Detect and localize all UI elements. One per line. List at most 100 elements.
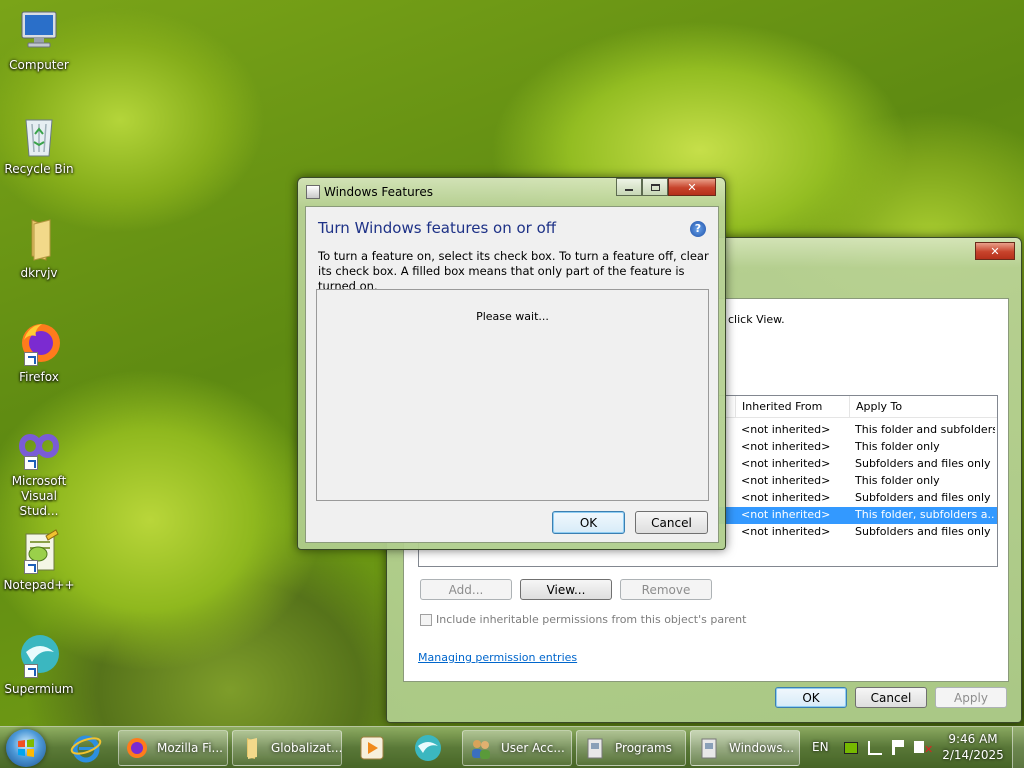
taskbar-item-programs[interactable]: Programs	[576, 730, 686, 766]
close-icon: ✕	[990, 244, 1000, 258]
desktop-icon-label: dkrvjv	[20, 266, 58, 280]
desktop-icon-label: Firefox	[19, 370, 59, 384]
recycle-bin-icon	[16, 112, 62, 158]
inherited-from-cell: <not inherited>	[741, 474, 831, 487]
inherited-from-cell: <not inherited>	[741, 525, 831, 538]
desktop-icon-label: Microsoft Visual Stud...	[11, 474, 67, 518]
desktop-icon-supermium[interactable]: Supermium	[2, 632, 76, 722]
apply-to-cell: Subfolders and files only	[855, 457, 991, 470]
taskbar-item-explorer[interactable]: Globalizat...	[232, 730, 342, 766]
help-icon: ?	[694, 222, 702, 235]
security-cancel-button[interactable]: Cancel	[855, 687, 927, 708]
remove-button[interactable]: Remove	[620, 579, 712, 600]
desktop-icon-label: Supermium	[4, 682, 74, 696]
firefox-icon	[16, 320, 62, 366]
close-button[interactable]: ✕	[668, 178, 716, 196]
clock-date: 2/14/2025	[942, 748, 1004, 762]
desktop-icon-notepad-plus-plus[interactable]: Notepad++	[2, 528, 76, 618]
desktop-icon-computer[interactable]: Computer	[2, 8, 76, 98]
view-button[interactable]: View...	[520, 579, 612, 600]
desktop-icon-visual-studio[interactable]: Microsoft Visual Stud...	[2, 424, 76, 518]
windows-logo-icon	[18, 739, 34, 757]
show-desktop-button[interactable]	[1012, 727, 1024, 768]
windows-features-app-icon	[306, 185, 320, 199]
windows-features-icon	[701, 738, 717, 759]
system-tray: ✕	[840, 737, 940, 761]
cancel-button[interactable]: Cancel	[635, 511, 708, 534]
shortcut-arrow-icon	[24, 352, 38, 366]
firefox-icon	[127, 738, 147, 758]
security-apply-button[interactable]: Apply	[935, 687, 1007, 708]
apply-to-cell: Subfolders and files only	[855, 491, 991, 504]
apply-to-cell: This folder and subfolders	[855, 423, 995, 436]
nvidia-icon[interactable]	[844, 742, 858, 754]
column-header-inherited-from[interactable]: Inherited From	[735, 396, 849, 418]
close-icon: ✕	[687, 180, 697, 194]
column-header-apply-to[interactable]: Apply To	[849, 396, 997, 418]
inherited-from-cell: <not inherited>	[741, 508, 831, 521]
clock-time: 9:46 AM	[948, 732, 998, 746]
security-close-button[interactable]: ✕	[975, 242, 1015, 260]
features-tree[interactable]: Please wait...	[316, 289, 709, 501]
shortcut-arrow-icon	[24, 664, 38, 678]
computer-icon	[16, 8, 62, 54]
security-instruction-text: click View.	[728, 313, 785, 326]
taskbar: Mozilla Fi... Globalizat... User Acc... …	[0, 726, 1024, 768]
apply-to-cell: This folder only	[855, 440, 940, 453]
desktop-icon-recycle-bin[interactable]: Recycle Bin	[2, 112, 76, 202]
desktop-icon-label: Computer	[9, 58, 69, 72]
windows-features-dialog[interactable]: Windows Features ✕ Turn Windows features…	[297, 177, 726, 550]
add-button[interactable]: Add...	[420, 579, 512, 600]
flag-banner	[895, 740, 904, 747]
taskbar-item-label: Globalizat...	[271, 741, 343, 755]
taskbar-item-label: Windows...	[729, 741, 795, 755]
dialog-content: Turn Windows features on or off ? To tur…	[305, 206, 719, 543]
desktop-icon-label: Notepad++	[3, 578, 75, 592]
ok-button[interactable]: OK	[552, 511, 625, 534]
taskbar-item-windows-features[interactable]: Windows...	[690, 730, 800, 766]
dialog-description: To turn a feature on, select its check b…	[318, 249, 709, 293]
desktop-icon-firefox[interactable]: Firefox	[2, 320, 76, 410]
language-indicator[interactable]: EN	[812, 740, 829, 754]
minimize-button[interactable]	[616, 178, 642, 196]
shortcut-arrow-icon	[24, 456, 38, 470]
user-accounts-icon	[472, 740, 490, 759]
folder-icon	[247, 738, 257, 759]
desktop-icon-folder[interactable]: dkrvjv	[2, 216, 76, 306]
managing-permissions-link[interactable]: Managing permission entries	[418, 651, 577, 664]
taskbar-item-label: User Acc...	[501, 741, 565, 755]
media-player-icon	[360, 736, 384, 760]
desktop-icon-label: Recycle Bin	[4, 162, 74, 176]
inherited-from-cell: <not inherited>	[741, 491, 831, 504]
inherited-from-cell: <not inherited>	[741, 423, 831, 436]
inherited-from-cell: <not inherited>	[741, 457, 831, 470]
visual-studio-icon	[16, 424, 62, 470]
taskbar-item-firefox[interactable]: Mozilla Fi...	[118, 730, 228, 766]
folder-icon	[16, 216, 62, 262]
dialog-title: Windows Features	[324, 185, 433, 199]
supermium-icon	[16, 632, 62, 678]
apply-to-cell: Subfolders and files only	[855, 525, 991, 538]
inherit-permissions-checkbox[interactable]	[420, 614, 432, 626]
internet-explorer-pinned[interactable]	[70, 732, 102, 764]
media-player-pinned[interactable]	[356, 732, 388, 764]
programs-icon	[587, 738, 603, 759]
maximize-button[interactable]	[642, 178, 668, 196]
taskbar-item-label: Programs	[615, 741, 672, 755]
network-icon[interactable]	[868, 741, 882, 755]
security-ok-button[interactable]: OK	[775, 687, 847, 708]
internet-explorer-icon	[70, 735, 102, 763]
supermium-icon	[415, 735, 441, 761]
notepad-plus-plus-icon	[16, 528, 62, 574]
maximize-icon	[650, 183, 660, 191]
loading-status: Please wait...	[476, 310, 549, 323]
clock[interactable]: 9:46 AM 2/14/2025	[940, 731, 1006, 763]
volume-muted-icon[interactable]	[914, 741, 924, 753]
start-button[interactable]	[6, 729, 46, 767]
taskbar-item-label: Mozilla Fi...	[157, 741, 223, 755]
supermium-pinned[interactable]	[412, 732, 444, 764]
help-button[interactable]: ?	[690, 221, 706, 237]
taskbar-item-user-accounts[interactable]: User Acc...	[462, 730, 572, 766]
inherit-permissions-label: Include inheritable permissions from thi…	[436, 613, 747, 626]
shortcut-arrow-icon	[24, 560, 38, 574]
